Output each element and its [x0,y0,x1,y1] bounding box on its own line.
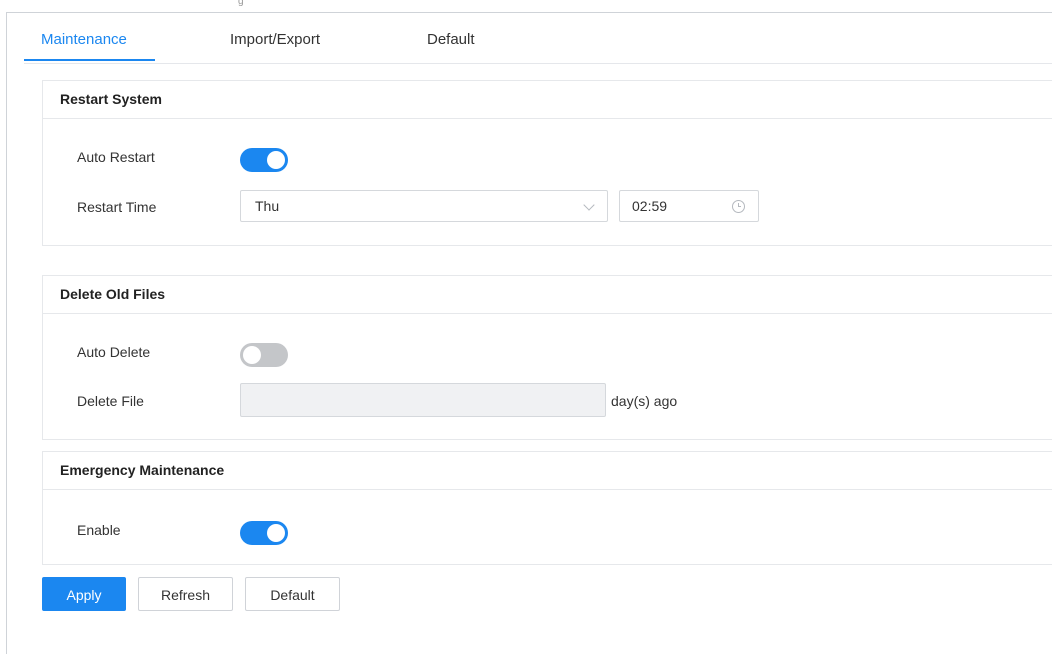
tab-import-export[interactable]: Import/Export [230,26,320,62]
clipped-header-text: g [238,0,244,6]
toggle-knob [243,346,261,364]
tab-bar: Maintenance Import/Export Default [24,26,1052,64]
restart-time-value: 02:59 [632,198,668,214]
chevron-down-icon [583,199,595,211]
delete-file-label: Delete File [77,393,144,409]
auto-delete-label: Auto Delete [77,344,151,360]
apply-button[interactable]: Apply [42,577,126,611]
delete-file-days-input[interactable] [240,383,606,417]
section-title: Delete Old Files [43,276,1052,314]
restart-day-select[interactable]: Thu [240,190,608,222]
restart-system-section: Restart System Auto Restart Restart Time… [42,80,1052,246]
restart-day-value: Thu [255,198,280,214]
active-tab-indicator [24,59,155,61]
days-ago-suffix: day(s) ago [611,393,678,409]
emergency-maintenance-section: Emergency Maintenance Enable [42,451,1052,565]
refresh-button[interactable]: Refresh [138,577,233,611]
restart-time-input[interactable]: 02:59 [619,190,759,222]
restart-time-label: Restart Time [77,199,157,215]
enable-label: Enable [77,522,121,538]
emergency-enable-toggle[interactable] [240,521,288,545]
auto-restart-toggle[interactable] [240,148,288,172]
clock-icon [732,200,745,213]
section-title: Restart System [43,81,1052,119]
delete-old-files-section: Delete Old Files Auto Delete Delete File… [42,275,1052,440]
section-title: Emergency Maintenance [43,452,1052,490]
toggle-knob [267,151,285,169]
auto-delete-toggle[interactable] [240,343,288,367]
toggle-knob [267,524,285,542]
auto-restart-label: Auto Restart [77,149,155,165]
tab-default[interactable]: Default [427,26,475,62]
default-button[interactable]: Default [245,577,340,611]
tab-maintenance[interactable]: Maintenance [41,26,127,62]
